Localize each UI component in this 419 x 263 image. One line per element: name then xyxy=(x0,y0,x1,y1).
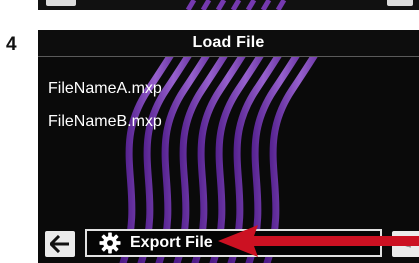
back-button[interactable] xyxy=(45,231,75,257)
wave-background xyxy=(185,0,287,10)
step-number: 4 xyxy=(6,34,17,55)
right-button-icon: ✎ xyxy=(398,233,414,253)
title-bar: Load File xyxy=(38,30,419,57)
screen-title: Load File xyxy=(192,34,265,51)
gear-icon xyxy=(99,232,121,254)
arrow-left-icon xyxy=(50,235,69,253)
previous-right-button-fragment xyxy=(387,0,413,6)
previous-step-screen-fragment xyxy=(38,0,419,10)
file-list-item[interactable]: FileNameB.mxp xyxy=(48,113,162,131)
load-file-screen: Load File FileNameA.mxp FileNameB.mxp Ex… xyxy=(38,30,419,263)
previous-left-button-fragment xyxy=(46,0,76,6)
export-file-label: Export File xyxy=(130,234,213,251)
right-button[interactable]: ✎ xyxy=(392,231,419,257)
file-list-item[interactable]: FileNameA.mxp xyxy=(48,80,162,98)
export-file-button[interactable]: Export File xyxy=(85,229,382,257)
